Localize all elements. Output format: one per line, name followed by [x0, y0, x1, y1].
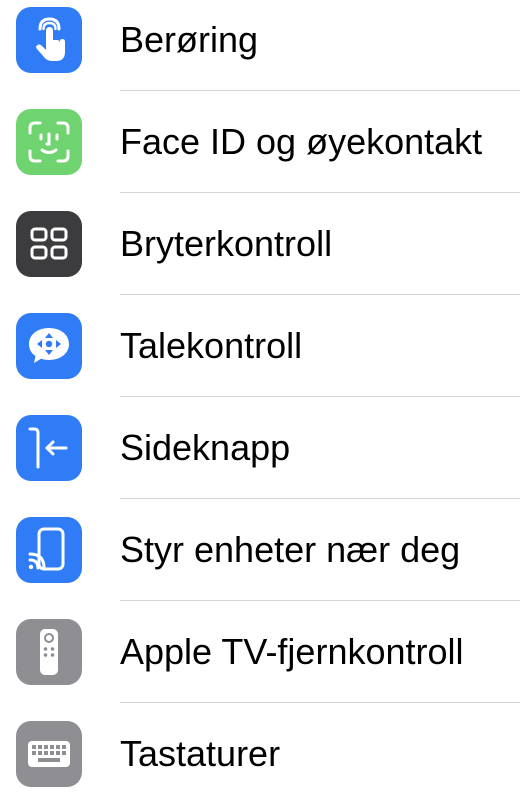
settings-row-side-button[interactable]: Sideknapp: [0, 397, 520, 499]
voice-control-icon: [16, 313, 82, 379]
settings-row-label: Styr enheter nær deg: [120, 529, 461, 570]
settings-row-label: Apple TV-fjernkontroll: [120, 631, 464, 672]
keyboard-icon: [16, 721, 82, 787]
settings-row-label: Tastaturer: [120, 733, 281, 774]
settings-row-switch-control[interactable]: Bryterkontroll: [0, 193, 520, 295]
settings-row-label: Berøring: [120, 19, 259, 60]
settings-row-voice-control[interactable]: Talekontroll: [0, 295, 520, 397]
settings-row-label: Talekontroll: [120, 325, 303, 366]
face-id-icon: [16, 109, 82, 175]
accessibility-settings-list: Berøring Face ID og øyekontakt Bryterkon…: [0, 0, 520, 805]
touch-hand-icon: [16, 7, 82, 73]
settings-row-label: Bryterkontroll: [120, 223, 333, 264]
settings-row-keyboards[interactable]: Tastaturer: [0, 703, 520, 805]
tv-remote-icon: [16, 619, 82, 685]
nearby-devices-icon: [16, 517, 82, 583]
settings-row-nearby-devices[interactable]: Styr enheter nær deg: [0, 499, 520, 601]
switch-grid-icon: [16, 211, 82, 277]
settings-row-label: Sideknapp: [120, 427, 291, 468]
settings-row-label: Face ID og øyekontakt: [120, 121, 483, 162]
settings-row-apple-tv-remote[interactable]: Apple TV-fjernkontroll: [0, 601, 520, 703]
settings-row-face-id[interactable]: Face ID og øyekontakt: [0, 91, 520, 193]
settings-row-touch[interactable]: Berøring: [0, 0, 520, 91]
side-button-icon: [16, 415, 82, 481]
